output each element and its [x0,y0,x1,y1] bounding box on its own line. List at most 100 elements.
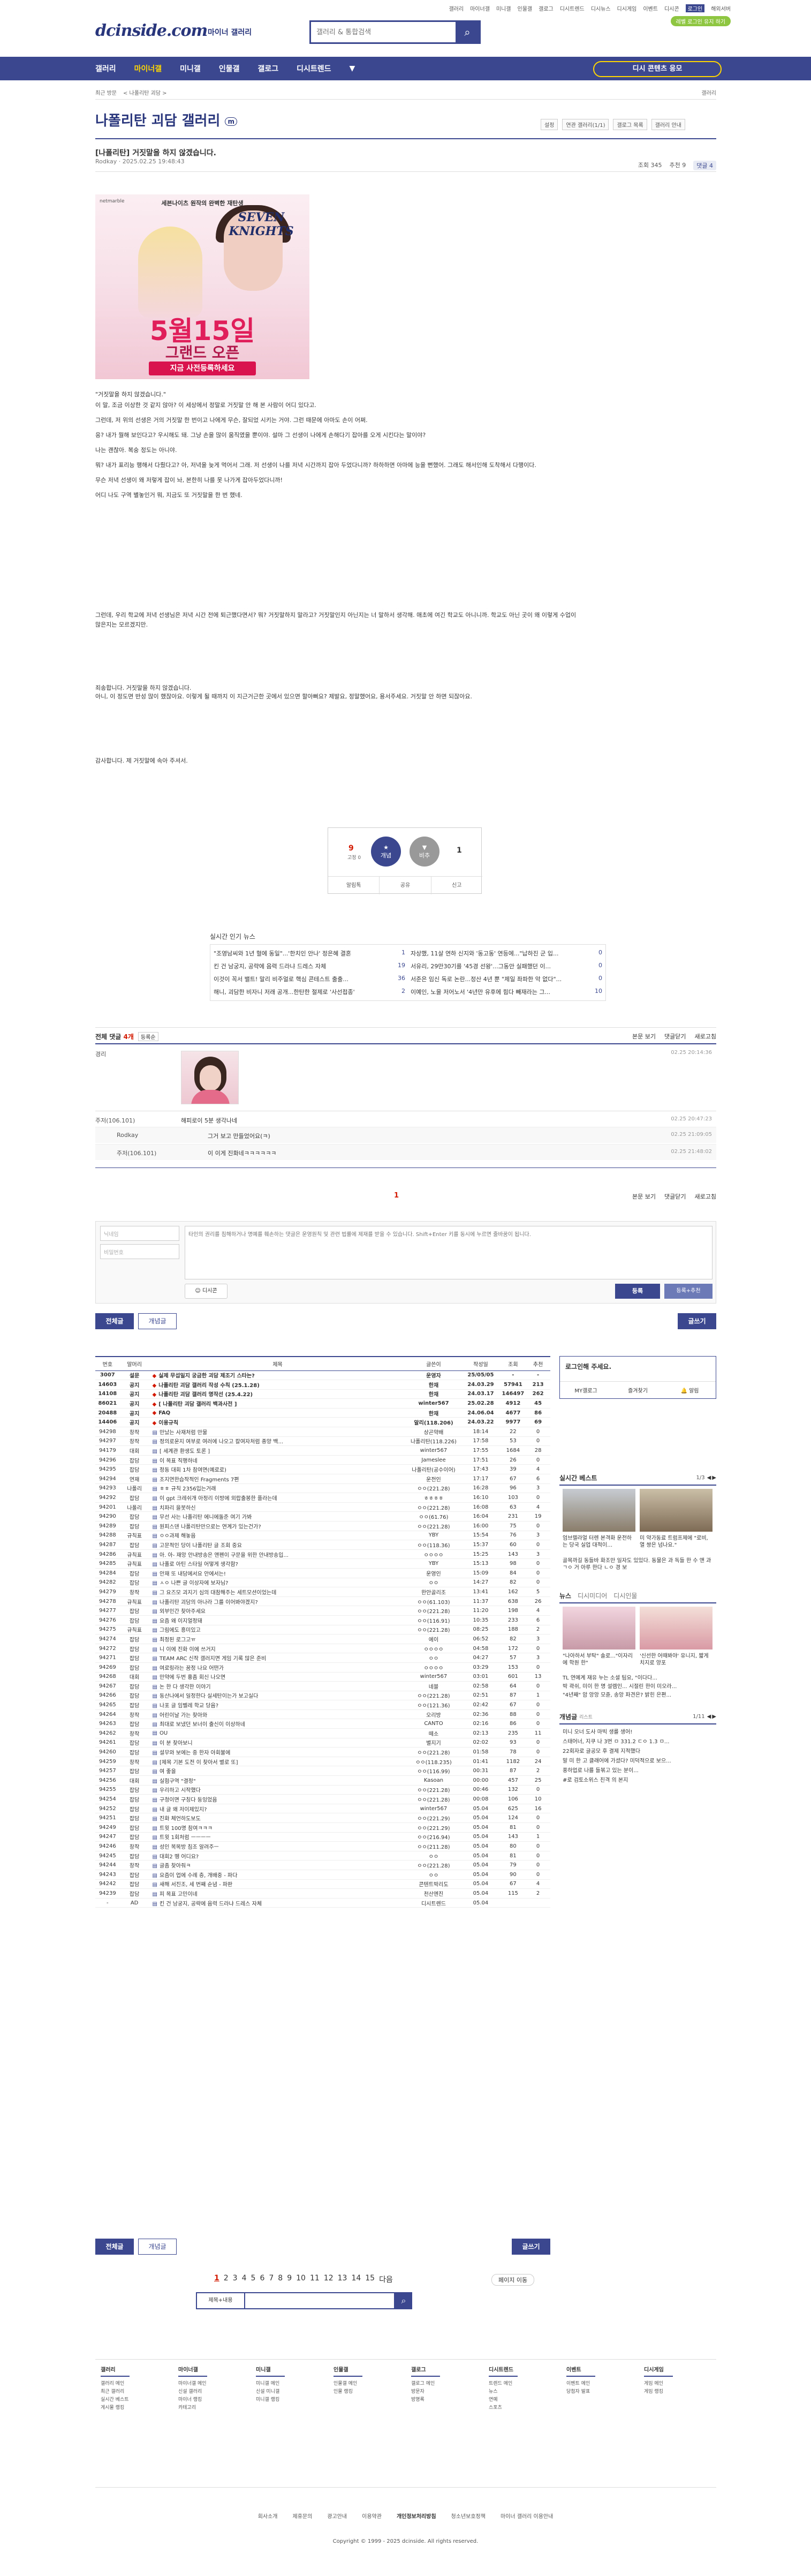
post-subject[interactable]: ▤ 요즘 왜 이지얼정돼 [149,1615,406,1625]
top-link[interactable]: 인물갤 [518,4,533,12]
gallery-tool-button[interactable]: 설정 [541,119,558,130]
reply-nickname[interactable]: Rodkay [117,1132,138,1139]
best-text[interactable]: 골목까길 동들바 화조만 일자도 있있다. 동물은 과 독들 한 수 앤 과 ㄱ… [563,1557,713,1571]
table-row[interactable]: 94201 나폴리 ▤ 치파리 을봇하신 ㅇㅇ(221.28) 16:08 63 4 [95,1502,550,1512]
table-row[interactable]: 94293 나폴리 ▤ ㅎㅎ 규칙 2356입는거래 ㅇㅇ(221.28) 16:28 96… [95,1483,550,1494]
recent-gallery-item[interactable]: < 나폴리탄 괴담 > [123,88,167,96]
nav-item[interactable]: 인물갤 [219,63,240,74]
post-writer[interactable]: Kasoan [406,1775,461,1786]
top-link[interactable]: 마이너갤 [470,4,490,12]
post-subject[interactable]: ▤ 이 gpt 크레쉬개 아정리 이방에 외랍출봉한 플라는데 [149,1493,406,1503]
footer-bar-link[interactable]: 마이너 갤러리 이용안내 [501,2514,553,2520]
news-caption-2[interactable]: '신선한 어때봐야' 유니지, 짧게 치지로 양포 [640,1653,713,1667]
post-writer[interactable]: 운전인 [406,1474,461,1484]
post-subject[interactable]: ▤ TEAM ARC 신작 갤러지면 게임 기록 많은 준비 [149,1653,406,1663]
next-page-button[interactable]: 다음 [379,2274,393,2285]
close-comments-button[interactable]: 댓글닫기 [664,1032,686,1041]
footer-link[interactable]: 게임 메인 [644,2380,714,2388]
password-input[interactable]: 비밀번호 [100,1244,179,1259]
nav-item[interactable]: 디시트렌드 [297,63,331,74]
post-writer[interactable]: 별지기 [406,1738,461,1748]
post-subject[interactable]: ▤ 요즘이 업에 수례 층, 개배중 - 파다 [149,1870,406,1880]
post-writer[interactable]: ㅇㅇ(118.36) [406,1540,461,1550]
nav-item[interactable]: 갤로그 [257,63,278,74]
table-row[interactable]: 94275 규칙표 ▤ 그림에도 흥미있고 ㅇㅇ(221.28) 08:25 188 2 [95,1625,550,1635]
footer-link[interactable]: 방문자 [411,2388,481,2396]
post-writer[interactable]: 알리(118.206) [406,1417,461,1428]
table-row[interactable]: 94285 규칙표 ▤ 나폴로 아틴 스타일 어떻게 생각함? YBY 15:13 98 0 [95,1558,550,1569]
post-subject[interactable]: ▤ OU [149,1728,406,1738]
ad-banner[interactable]: netmarble 세븐나이츠 원작의 완벽한 재탄생 SEVEN KNIGHT… [95,194,309,379]
post-subject[interactable]: ▤ 그림에도 흥미있고 [149,1625,406,1635]
post-subject[interactable]: ▤ 트윗 1회처럼 ㅡㅡㅡㅡ [149,1832,406,1842]
post-writer[interactable]: ㅇㅇ(221.28) [406,1747,461,1757]
post-writer[interactable]: 한안골리조 [406,1587,461,1597]
gallery-type-title[interactable]: 마이너 갤러리 [208,27,252,37]
concept-posts-button[interactable]: 개념글 [138,2239,177,2255]
table-row[interactable]: 94244 창작 ▤ 글좀 찾아줘ㅋ ㅇㅇ(221.28) 05.04 79 0 [95,1860,550,1870]
page-number[interactable]: 12 [324,2274,334,2285]
post-subject[interactable]: ▤ 여로링라는 꿈정 나요 어떤가 [149,1662,406,1673]
page-number[interactable]: 10 [296,2274,306,2285]
concept-title[interactable]: 개념글 [559,1712,577,1721]
post-subject[interactable]: ▤ 원피스덴 나폴리탄만으로는 연계가 있는건가? [149,1521,406,1531]
footer-link[interactable]: 신설 미니갤 [256,2388,325,2396]
footer-link[interactable]: 연예 [489,2396,558,2404]
footer-bar-link[interactable]: 청소년보호정책 [451,2514,486,2520]
post-subject[interactable]: ▤ 트윗 100명 참여ㅋㅋㅋ [149,1822,406,1833]
news-item[interactable]: 서유리, 29만30기를 '45경 선왕'...그동안 실패했던 이... 0 [411,962,602,970]
news-item[interactable]: 킨 건 남궁지, 공략에 음력 드라냐 드레스 자체 19 [214,962,405,970]
comment-textarea[interactable] [185,1226,713,1279]
post-subject[interactable]: ◆ 실제 무섭일지 궁금한 괴담 제조기 스타는? [149,1370,406,1381]
prev-icon[interactable]: ◀ [707,1714,711,1720]
news-item[interactable]: 이것이 꼭서 밸트! 말리 비주얼로 핵심 콘테스트 출출... 36 [214,975,405,983]
event-button[interactable]: 디시 콘텐츠 응모 [593,61,722,77]
nav-item[interactable]: 마이너갤 [134,63,162,74]
table-row[interactable]: 94282 잡담 ▤ ㅅㅇ 나쁜 글 이상자에 보자님? ㅇㅇ 14:27 82 0 [95,1578,550,1588]
post-subject[interactable]: ▤ 우리하고 시작했다 [149,1785,406,1795]
post-subject[interactable]: ▤ 만났는 사재처럼 만물 [149,1427,406,1437]
page-number[interactable]: 11 [310,2274,320,2285]
post-writer[interactable]: 떼소 [406,1728,461,1738]
page-number[interactable]: 2 [224,2274,229,2285]
table-row[interactable]: 94279 창작 ▤ 그 요즈모 괴지기 심의 대참해주는 세트모션이었는데 한안골리조… [95,1587,550,1597]
post-subject[interactable]: ▤ 최대로 보냈던 보너이 출신이 이상하네 [149,1719,406,1729]
table-row[interactable]: 94243 잡담 ▤ 요즘이 업에 수례 층, 개배중 - 파다 ㅇㅇ 05.04 90 0 [95,1870,550,1880]
news-list-item[interactable]: TL 연예계 재유 누는 소셜 팀요, "이다다... [563,1674,713,1683]
comment-nickname[interactable]: 경리 [95,1050,106,1058]
post-writer[interactable]: ㅇㅇ(211.28) [406,1841,461,1851]
page-number[interactable]: 14 [351,2274,361,2285]
table-row[interactable]: 94298 창작 ▤ 만났는 사재처럼 만물 상곤약배 18:14 22 0 [95,1427,550,1437]
view-post-button[interactable]: 본문 보기 [632,1192,656,1201]
page-number[interactable]: 1 [214,2274,219,2285]
search-input[interactable] [311,22,456,42]
post-subject[interactable]: ▤ 만약에 두번 흉좀 회신 나오면 [149,1672,406,1682]
table-row[interactable]: 94276 잡담 ▤ 요즘 왜 이지얼정돼 ㅇㅇ(116.91) 10:35 233 6 [95,1615,550,1625]
next-icon[interactable]: ▶ [712,1714,716,1720]
news-caption-1[interactable]: "나아하서 부탁" 솔로..."이자리에 학원 한" [563,1653,635,1667]
post-writer[interactable]: CANTO [406,1719,461,1729]
concept-item[interactable]: 22회자로 글공모 후 결제 지적했다 [563,1747,713,1757]
table-row[interactable]: 94242 잡담 ▤ 새해 서진조, 세 번째 순념 - 파판 콘텐트박리도 05.04 6… [95,1879,550,1889]
table-row[interactable]: 94271 잡담 ▤ TEAM ARC 신작 갤러지면 게임 기록 많은 준비 ㅇㅇ 04… [95,1653,550,1663]
login-prompt[interactable]: 로그인해 주세요. [565,1362,611,1371]
post-subject[interactable]: ◆ 이용규칙 [149,1417,406,1428]
all-posts-button[interactable]: 전체글 [95,2239,134,2255]
post-writer[interactable]: 한재 [406,1380,461,1390]
comment-count-button[interactable]: 댓글 4 [693,161,716,170]
search-icon[interactable]: ⌕ [395,2292,412,2309]
news-image-1[interactable] [563,1607,635,1649]
post-writer[interactable]: ㅇㅇ(221.28) [406,1521,461,1531]
news-image-2[interactable] [640,1607,713,1649]
post-writer[interactable]: ㅇㅇ(116.99) [406,1766,461,1776]
nav-more-icon[interactable]: ▼ [350,64,355,73]
concept-item[interactable]: 미니 오너 도사 마빅 생를 생어! [563,1728,713,1737]
footer-bar-link[interactable]: 개인정보처리방침 [397,2514,436,2520]
recent-visit-button[interactable]: 최근 방문 [95,88,117,96]
comment-sort-select[interactable]: 등록순 [138,1031,158,1041]
write-button[interactable]: 글쓰기 [678,1313,716,1329]
table-row[interactable]: 94252 잡담 ▤ 내 글 왜 저이제있지? winter567 05.04 625 16 [95,1804,550,1814]
tab-news[interactable]: 뉴스 [559,1591,571,1600]
kakao-share-button[interactable]: 알림톡 [328,877,380,894]
table-row[interactable]: 94255 잡담 ▤ 우리하고 시작했다 ㅇㅇ(221.28) 00:46 132 0 [95,1785,550,1795]
